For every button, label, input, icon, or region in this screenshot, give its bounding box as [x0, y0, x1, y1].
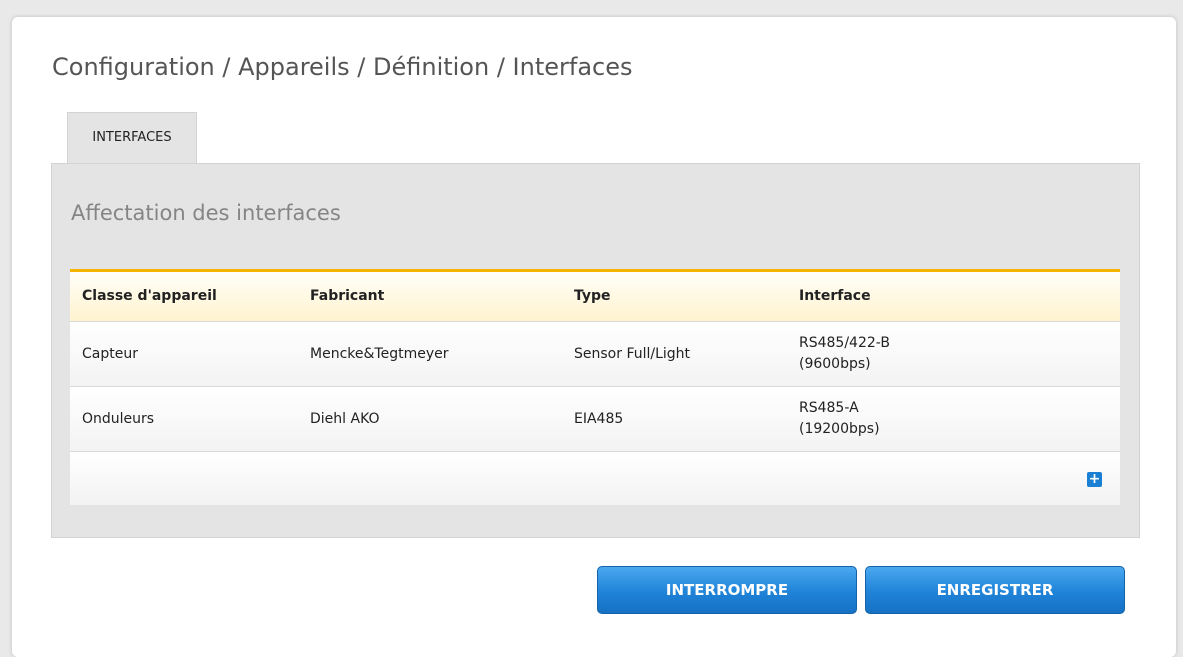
cell-manufacturer: Mencke&Tegtmeyer	[310, 345, 449, 362]
page-title: Configuration / Appareils / Définition /…	[52, 53, 633, 81]
add-interface-button[interactable]: +	[1087, 472, 1102, 487]
cell-interface: RS485-A (19200bps)	[787, 398, 1120, 440]
tab-interfaces[interactable]: INTERFACES	[67, 112, 197, 163]
tab-panel: Affectation des interfaces Classe d'appa…	[51, 163, 1140, 538]
table-row[interactable]: Capteur Mencke&Tegtmeyer Sensor Full/Lig…	[70, 322, 1120, 387]
section-title: Affectation des interfaces	[71, 201, 341, 225]
cell-device-class: Capteur	[82, 345, 138, 362]
interfaces-table: Classe d'appareil Fabricant Type Interfa…	[70, 269, 1120, 505]
cell-manufacturer: Diehl AKO	[310, 410, 380, 427]
column-header-manufacturer: Fabricant	[310, 288, 385, 304]
plus-icon: +	[1088, 471, 1101, 487]
cell-interface-name: RS485/422-B	[799, 335, 890, 351]
cell-interface-speed: (19200bps)	[799, 421, 880, 437]
cell-interface-name: RS485-A	[799, 400, 859, 416]
table-header-row: Classe d'appareil Fabricant Type Interfa…	[70, 272, 1120, 322]
save-button[interactable]: ENREGISTRER	[865, 566, 1125, 614]
cell-interface: RS485/422-B (9600bps)	[787, 333, 1120, 375]
cancel-button[interactable]: INTERROMPRE	[597, 566, 857, 614]
cell-interface-speed: (9600bps)	[799, 356, 871, 372]
main-card: Configuration / Appareils / Définition /…	[12, 17, 1176, 657]
cell-type: EIA485	[574, 410, 624, 427]
column-header-interface: Interface	[799, 288, 871, 304]
cell-device-class: Onduleurs	[82, 410, 155, 427]
table-row[interactable]: Onduleurs Diehl AKO EIA485 RS485-A (1920…	[70, 387, 1120, 452]
table-footer: +	[70, 452, 1120, 505]
cell-type: Sensor Full/Light	[574, 345, 691, 362]
column-header-device-class: Classe d'appareil	[82, 288, 217, 304]
column-header-type: Type	[574, 288, 611, 304]
